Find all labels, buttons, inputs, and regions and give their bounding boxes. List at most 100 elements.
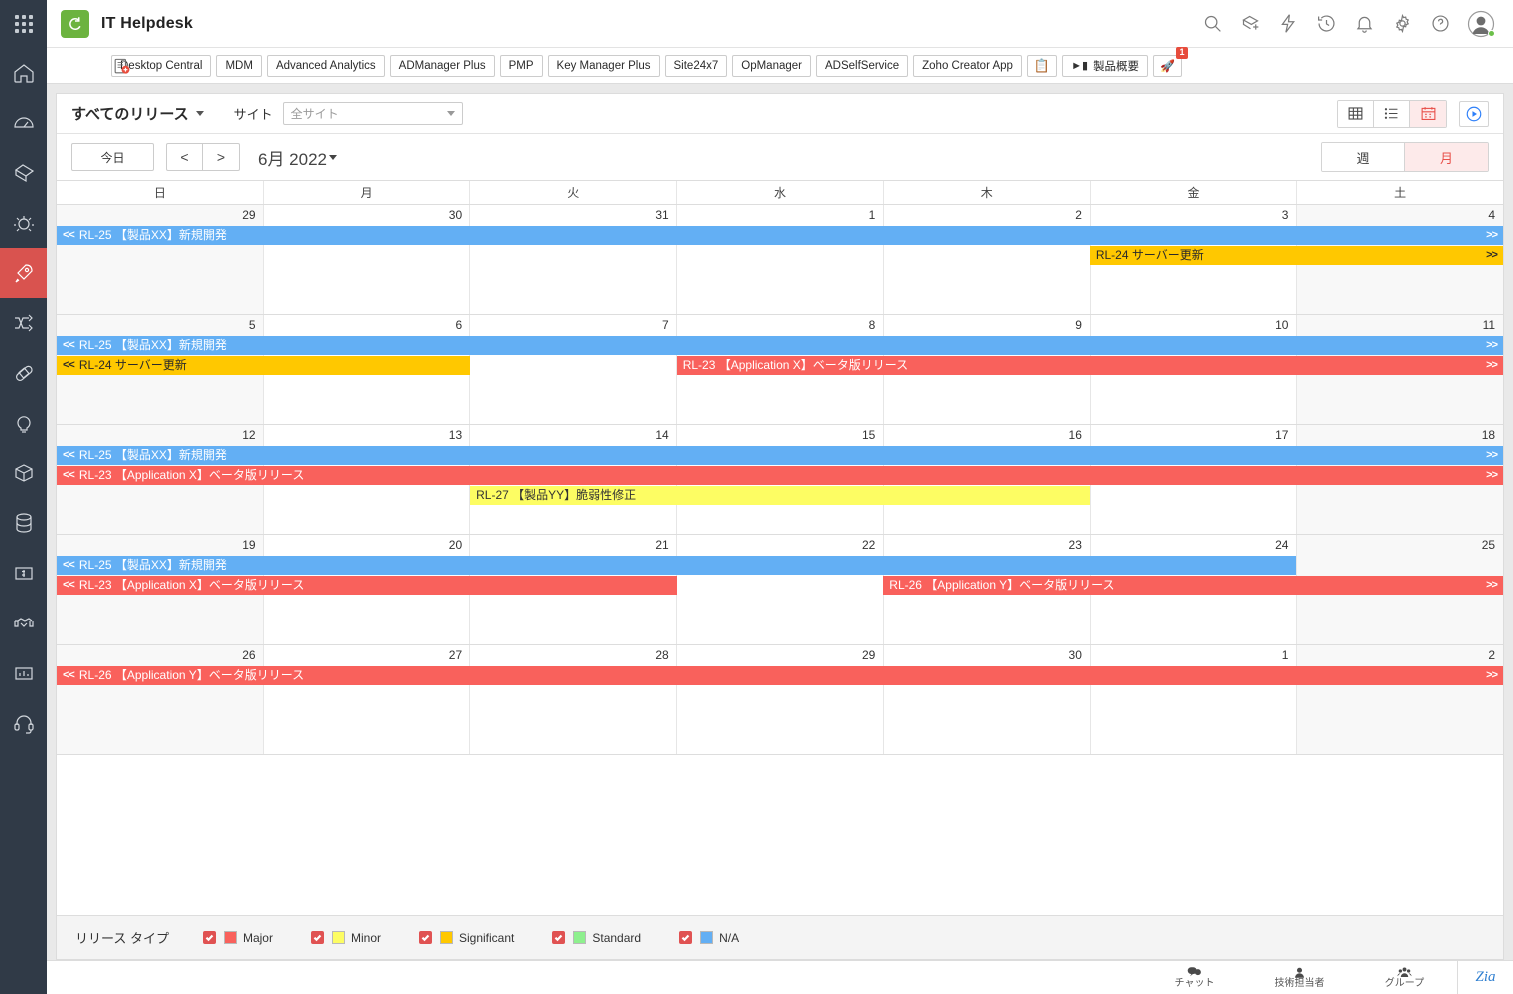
tab-key-manager-plus[interactable]: Key Manager Plus bbox=[547, 54, 660, 77]
tab-zoho-creator-app[interactable]: Zoho Creator App bbox=[913, 54, 1022, 77]
legend-item-standard[interactable]: Standard bbox=[552, 931, 641, 945]
calendar-event-bar[interactable]: RL-24 サーバー更新 >> bbox=[1089, 246, 1503, 265]
day-number[interactable]: 30 bbox=[264, 205, 471, 226]
day-number[interactable]: 5 bbox=[57, 315, 264, 336]
help-icon[interactable] bbox=[1429, 13, 1451, 35]
sidebar-item-cmdb[interactable] bbox=[0, 498, 47, 548]
legend-item-na[interactable]: N/A bbox=[679, 931, 739, 945]
calendar-event-bar[interactable]: << RL-24 サーバー更新 bbox=[57, 356, 471, 375]
sidebar-item-reports[interactable] bbox=[0, 648, 47, 698]
avatar[interactable] bbox=[1467, 10, 1495, 38]
day-number[interactable]: 29 bbox=[677, 645, 884, 666]
calendar-event-bar[interactable]: RL-27 【製品YY】脆弱性修正 bbox=[470, 486, 1090, 505]
tab-product-overview[interactable]: ►▮ 製品概要 bbox=[1062, 54, 1149, 77]
day-number[interactable]: 11 bbox=[1296, 315, 1503, 336]
prev-month-button[interactable]: < bbox=[166, 143, 203, 171]
sidebar-item-changes[interactable] bbox=[0, 248, 47, 298]
tab-advanced-analytics[interactable]: Advanced Analytics bbox=[266, 54, 385, 77]
groups-button[interactable]: グループ bbox=[1352, 961, 1457, 994]
day-number[interactable]: 2 bbox=[1296, 645, 1503, 666]
calendar-event-bar[interactable]: << RL-25 【製品XX】新規開発 >> bbox=[57, 226, 1503, 245]
site-select[interactable]: 全サイト bbox=[282, 102, 463, 125]
sidebar-item-patches[interactable] bbox=[0, 348, 47, 398]
day-number[interactable]: 9 bbox=[883, 315, 1090, 336]
list-view-button[interactable] bbox=[1374, 100, 1410, 127]
calendar-event-bar[interactable]: << RL-23 【Application X】ベータ版リリース bbox=[57, 576, 677, 595]
calendar-event-bar[interactable]: RL-23 【Application X】ベータ版リリース >> bbox=[676, 356, 1503, 375]
day-number[interactable]: 25 bbox=[1296, 535, 1503, 556]
legend-checkbox[interactable] bbox=[202, 931, 216, 944]
legend-checkbox[interactable] bbox=[419, 931, 432, 944]
next-month-button[interactable]: > bbox=[203, 143, 240, 171]
quick-actions-icon[interactable] bbox=[1277, 13, 1299, 35]
day-number[interactable]: 23 bbox=[883, 535, 1090, 556]
legend-item-minor[interactable]: Minor bbox=[310, 931, 381, 945]
sidebar-item-solutions[interactable] bbox=[0, 398, 47, 448]
legend-item-major[interactable]: Major bbox=[202, 931, 273, 945]
day-number[interactable]: 2 bbox=[883, 205, 1090, 226]
calendar-view-button[interactable] bbox=[1410, 100, 1446, 127]
chat-button[interactable]: チャット bbox=[1142, 961, 1247, 994]
app-switcher-button[interactable] bbox=[0, 0, 47, 48]
day-number[interactable]: 17 bbox=[1090, 425, 1297, 446]
day-number[interactable]: 3 bbox=[1090, 205, 1297, 226]
calendar-event-bar[interactable]: RL-26 【Application Y】ベータ版リリース >> bbox=[883, 576, 1503, 595]
sidebar-item-purchase[interactable] bbox=[0, 548, 47, 598]
day-number[interactable]: 12 bbox=[57, 425, 264, 446]
add-tab-icon[interactable] bbox=[109, 54, 133, 78]
notifications-icon[interactable] bbox=[1353, 13, 1375, 35]
technicians-button[interactable]: 技術担当者 bbox=[1247, 961, 1352, 994]
grid-view-button[interactable] bbox=[1338, 100, 1374, 127]
day-number[interactable]: 18 bbox=[1296, 425, 1503, 446]
add-ticket-icon[interactable] bbox=[1239, 13, 1261, 35]
month-view-button[interactable]: 月 bbox=[1405, 143, 1488, 171]
calendar-event-bar[interactable]: << RL-26 【Application Y】ベータ版リリース >> bbox=[57, 666, 1503, 685]
day-number[interactable]: 14 bbox=[470, 425, 677, 446]
day-number[interactable]: 22 bbox=[677, 535, 884, 556]
day-number[interactable]: 29 bbox=[57, 205, 264, 226]
sidebar-item-tickets[interactable] bbox=[0, 148, 47, 198]
day-number[interactable]: 21 bbox=[470, 535, 677, 556]
sidebar-item-assets[interactable] bbox=[0, 448, 47, 498]
day-number[interactable]: 24 bbox=[1090, 535, 1297, 556]
day-number[interactable]: 13 bbox=[264, 425, 471, 446]
day-number[interactable]: 16 bbox=[883, 425, 1090, 446]
day-number[interactable]: 20 bbox=[264, 535, 471, 556]
calendar-event-bar[interactable]: << RL-25 【製品XX】新規開発 bbox=[57, 556, 1297, 575]
day-number[interactable]: 8 bbox=[677, 315, 884, 336]
sidebar-item-dashboard[interactable] bbox=[0, 98, 47, 148]
tab-site24x7[interactable]: Site24x7 bbox=[664, 54, 728, 77]
zia-button[interactable]: Zia bbox=[1457, 960, 1513, 994]
day-number[interactable]: 1 bbox=[677, 205, 884, 226]
week-view-button[interactable]: 週 bbox=[1322, 143, 1405, 171]
calendar-event-bar[interactable]: << RL-25 【製品XX】新規開発 >> bbox=[57, 336, 1503, 355]
day-number[interactable]: 27 bbox=[264, 645, 471, 666]
sidebar-item-support[interactable] bbox=[0, 698, 47, 748]
sidebar-item-home[interactable] bbox=[0, 48, 47, 98]
settings-gear-icon[interactable] bbox=[1391, 13, 1413, 35]
sidebar-item-contracts[interactable] bbox=[0, 598, 47, 648]
day-number[interactable]: 19 bbox=[57, 535, 264, 556]
sidebar-item-problems[interactable] bbox=[0, 198, 47, 248]
tab-adselfservice[interactable]: ADSelfService bbox=[816, 54, 909, 77]
day-number[interactable]: 7 bbox=[470, 315, 677, 336]
calendar-event-bar[interactable]: << RL-23 【Application X】ベータ版リリース >> bbox=[57, 466, 1503, 485]
legend-item-significant[interactable]: Significant bbox=[419, 931, 514, 945]
day-number[interactable]: 6 bbox=[264, 315, 471, 336]
day-number[interactable]: 10 bbox=[1090, 315, 1297, 336]
legend-checkbox[interactable] bbox=[552, 931, 566, 944]
legend-checkbox[interactable] bbox=[310, 931, 324, 944]
calendar-event-bar[interactable]: << RL-25 【製品XX】新規開発 >> bbox=[57, 446, 1503, 465]
history-icon[interactable] bbox=[1315, 13, 1337, 35]
legend-checkbox[interactable] bbox=[679, 931, 693, 944]
day-number[interactable]: 30 bbox=[883, 645, 1090, 666]
sidebar-item-releases[interactable] bbox=[0, 298, 47, 348]
tab-admanager-plus[interactable]: ADManager Plus bbox=[389, 54, 495, 77]
day-number[interactable]: 15 bbox=[677, 425, 884, 446]
tab-mdm[interactable]: MDM bbox=[216, 54, 262, 77]
today-button[interactable]: 今日 bbox=[71, 143, 154, 171]
timeline-play-button[interactable] bbox=[1459, 100, 1489, 127]
release-filter-dropdown[interactable]: すべてのリリース bbox=[71, 103, 204, 124]
day-number[interactable]: 4 bbox=[1296, 205, 1503, 226]
tab-pmp[interactable]: PMP bbox=[499, 54, 543, 77]
